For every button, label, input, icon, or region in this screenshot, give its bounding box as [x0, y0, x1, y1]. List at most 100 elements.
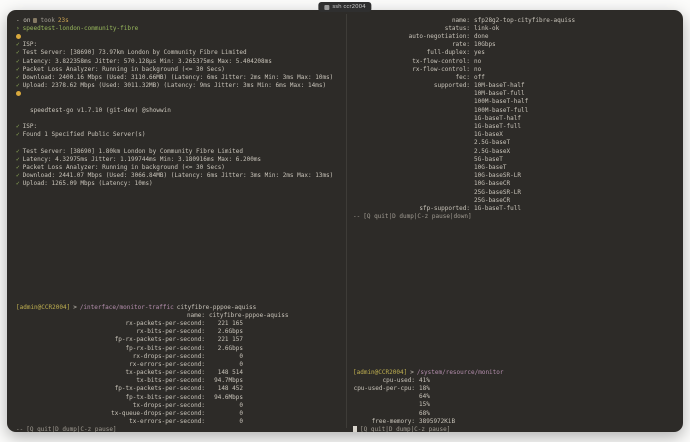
property-row: 10G-baseT — [353, 163, 677, 171]
output-line: ✓ Test Server: [38690] 73.97km London by … — [16, 49, 348, 57]
traffic-properties: rx-packets-per-second: 221 165 rx-bits-pe… — [16, 319, 348, 425]
property-row: name: sfp28g2-top-cityfibre-aquiss — [353, 16, 677, 24]
property-label: fp-rx-bits-per-second: — [125, 344, 205, 352]
prompt-separator: > — [73, 303, 77, 311]
property-label: tx-queue-drops-per-second: — [111, 410, 205, 418]
output-line: ✓ ISP: — [16, 41, 348, 49]
property-label: tx-bits-per-second: — [136, 377, 205, 385]
property-row: auto-negotiation: done — [353, 32, 677, 40]
output-text: Test Server: [38690] 73.97km London by C… — [22, 49, 247, 57]
property-row: 64% — [353, 393, 677, 401]
property-row: tx-bits-per-second: 94.7Mbps — [16, 377, 348, 385]
pane-ethernet-monitor[interactable]: name: sfp28g2-top-cityfibre-aquiss status… — [353, 16, 677, 221]
property-row: sfp-supported: 1G-baseT-full — [353, 204, 677, 212]
pane-resource-monitor[interactable]: [admin@CCR2004] > /system/resource/monit… — [353, 368, 677, 432]
output-line: ✓ Packet Loss Analyzer: Running in backgr… — [16, 163, 348, 171]
property-value: 25G-baseSR-LR — [474, 188, 521, 196]
property-label: rx-flow-control: — [412, 65, 470, 73]
property-value: 5G-baseT — [474, 155, 503, 163]
status-keys: [Q quit|D dump|C-z pause] — [360, 425, 451, 432]
property-row: 1G-baseT-half — [353, 114, 677, 122]
property-value: 68% — [419, 409, 430, 417]
property-value: 1G-baseX — [474, 131, 503, 139]
property-label: status: — [444, 24, 470, 32]
property-label: fp-tx-bits-per-second: — [125, 393, 205, 401]
property-label: fp-rx-packets-per-second: — [114, 336, 205, 344]
property-row: tx-flow-control: no — [353, 57, 677, 65]
window-tab[interactable]: ssh ccr2004 — [318, 2, 372, 12]
output-line: ✓ Upload: 1265.09 Mbps (Latency: 10ms) — [16, 180, 348, 188]
output-text: Test Server: [38690] 1.80km London by Co… — [22, 147, 243, 155]
property-value: 0 — [239, 360, 243, 368]
property-label: full-duplex: — [426, 49, 470, 57]
property-label: rx-errors-per-second: — [129, 360, 205, 368]
property-row: name: cityfibre-pppoe-aquiss — [16, 311, 348, 319]
pane-speedtest[interactable]: - on took 23s › speedtest-london-communi… — [16, 16, 348, 188]
status-keys: [Q quit|D dump|C-z pause|down] — [363, 213, 472, 221]
command-argument: cityfibre-pppoe-aquiss — [176, 303, 257, 311]
routeros-command: /interface/monitor-traffic — [79, 303, 174, 311]
check-icon: ✓ — [16, 57, 20, 65]
output-text: ISP: — [22, 41, 38, 49]
output-line: ✓ Download: 2441.07 Mbps (Used: 3066.84MB… — [16, 172, 348, 180]
emoji-line — [16, 90, 348, 98]
check-icon: ✓ — [16, 41, 20, 49]
property-value: 10G-baseT — [474, 163, 507, 171]
output-text: Packet Loss Analyzer: Running in backgro… — [22, 65, 225, 73]
output-line: ✓ Upload: 2378.62 Mbps (Used: 3011.32MB) … — [16, 82, 348, 90]
output-text: Found 1 Specified Public Server(s) — [22, 131, 146, 139]
routeros-prompt: [admin@CCR2004] — [353, 368, 408, 376]
speedtest-run2-output-a: ✓ ISP: ✓ Found 1 Specified Public Server(s… — [16, 122, 348, 138]
property-row: 100M-baseT-full — [353, 106, 677, 114]
prompt-separator: > — [410, 368, 414, 376]
property-value: 0 — [239, 418, 243, 426]
output-text: Latency: 3.822358ms Jitter: 570.128µs Mi… — [22, 57, 272, 65]
yellow-emoji-icon — [16, 91, 21, 97]
property-label: tx-flow-control: — [412, 57, 470, 65]
property-row: rx-packets-per-second: 221 165 — [16, 319, 348, 327]
property-row: cpu-used: 41% — [353, 376, 677, 384]
command-text: speedtest-london-community-fibre — [22, 24, 139, 32]
pane-traffic-monitor[interactable]: [admin@CCR2004] > /interface/monitor-tra… — [16, 303, 348, 432]
property-value: 2.5G-baseT — [474, 139, 511, 147]
property-value: 2.5G-baseX — [474, 147, 511, 155]
command-line: › speedtest-london-community-fibre — [16, 24, 348, 32]
property-value: 221 157 — [217, 336, 243, 344]
output-line: ✓ Latency: 4.32975ms Jitter: 1.199744ms M… — [16, 155, 348, 163]
property-value: 41% — [419, 376, 430, 384]
property-row: rx-errors-per-second: 0 — [16, 360, 348, 368]
property-row: 10M-baseT-full — [353, 90, 677, 98]
property-row: tx-packets-per-second: 148 514 — [16, 369, 348, 377]
property-value: cityfibre-pppoe-aquiss — [209, 311, 289, 319]
property-row: tx-errors-per-second: 0 — [16, 418, 348, 426]
terminal-window: - on took 23s › speedtest-london-communi… — [7, 10, 683, 432]
output-text: Upload: 1265.09 Mbps (Latency: 10ms) — [22, 180, 153, 188]
property-row: 2.5G-baseT — [353, 139, 677, 147]
property-row: 2.5G-baseX — [353, 147, 677, 155]
property-value: 100M-baseT-half — [474, 98, 529, 106]
property-row: rx-bits-per-second: 2.6Gbps — [16, 328, 348, 336]
property-value: sfp28g2-top-cityfibre-aquiss — [474, 16, 576, 24]
shell-prompt-line: - on took 23s — [16, 16, 348, 24]
speedtest-banner: speedtest-go v1.7.10 (git-dev) @showwin — [16, 106, 348, 114]
monitor-status-bar: -- [Q quit|D dump|C-z pause] — [16, 426, 348, 432]
property-value: 18% — [419, 384, 430, 392]
check-icon: ✓ — [16, 147, 20, 155]
output-text: Upload: 2378.62 Mbps (Used: 3011.32MB) (… — [22, 82, 327, 90]
property-value: 3895972KiB — [419, 417, 456, 425]
branch-icon — [33, 17, 38, 23]
ethernet-properties: name: sfp28g2-top-cityfibre-aquiss status… — [353, 16, 677, 213]
property-label: fp-tx-packets-per-second: — [114, 385, 205, 393]
property-value: link-ok — [474, 24, 500, 32]
output-text: Latency: 4.32975ms Jitter: 1.199744ms Mi… — [22, 155, 262, 163]
monitor-status-bar: -- [Q quit|D dump|C-z pause|down] — [353, 213, 677, 221]
output-line: ✓ Latency: 3.822358ms Jitter: 570.128µs M… — [16, 57, 348, 65]
property-value: 64% — [419, 393, 430, 401]
property-row: fp-tx-packets-per-second: 148 452 — [16, 385, 348, 393]
property-value: 2.6Gbps — [217, 328, 243, 336]
status-prefix: -- — [353, 213, 361, 221]
status-prefix: -- — [16, 426, 24, 432]
output-line: ✓ Found 1 Specified Public Server(s) — [16, 131, 348, 139]
